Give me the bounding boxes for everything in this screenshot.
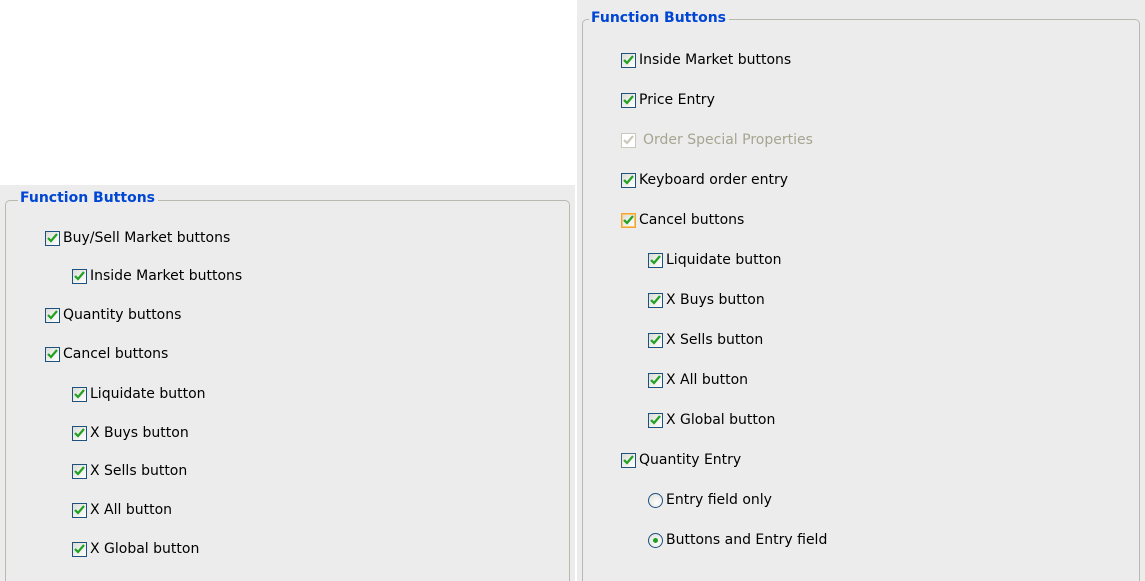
checkbox-box[interactable] [72, 268, 87, 284]
group-title: Function Buttons [18, 189, 158, 207]
checkbox-box[interactable] [621, 92, 636, 108]
check-icon [623, 55, 634, 65]
checkbox-box[interactable] [45, 230, 60, 246]
checkbox-label: Buy/Sell Market buttons [63, 230, 231, 246]
buttons-and-entry-field-radio[interactable]: Buttons and Entry field [648, 531, 827, 549]
keyboard-order-entry-checkbox[interactable]: Keyboard order entry [621, 171, 788, 189]
checkbox-label: Liquidate button [90, 386, 206, 402]
cancel-buttons-checkbox[interactable]: Cancel buttons [45, 345, 168, 363]
inside-market-buttons-checkbox[interactable]: Inside Market buttons [72, 267, 242, 285]
check-icon [74, 544, 85, 554]
checkbox-box[interactable] [648, 252, 663, 268]
checkbox-label: Liquidate button [666, 252, 782, 268]
checkbox-box[interactable] [72, 386, 87, 402]
check-icon [74, 271, 85, 281]
checkbox-label: Cancel buttons [639, 212, 745, 228]
check-icon [623, 95, 634, 105]
check-icon [74, 428, 85, 438]
check-icon [650, 375, 661, 385]
check-icon [650, 415, 661, 425]
checkbox-box[interactable] [72, 425, 87, 441]
checkbox-box[interactable] [72, 541, 87, 557]
checkbox-box [621, 132, 636, 148]
liquidate-button-checkbox[interactable]: Liquidate button [648, 251, 782, 269]
radio-label: Entry field only [666, 492, 772, 508]
check-icon [650, 255, 661, 265]
checkbox-label: Inside Market buttons [90, 268, 243, 284]
checkbox-label: X Global button [666, 412, 776, 428]
x-all-button-checkbox[interactable]: X All button [72, 501, 172, 519]
checkbox-box[interactable] [648, 412, 663, 428]
checkbox-label: Order Special Properties [643, 132, 813, 148]
checkbox-box[interactable] [648, 372, 663, 388]
radio-circle[interactable] [648, 532, 663, 548]
check-icon [623, 215, 634, 225]
check-icon [74, 505, 85, 515]
checkbox-box[interactable] [648, 332, 663, 348]
checkbox-box[interactable] [621, 172, 636, 188]
check-icon [650, 295, 661, 305]
group-title: Function Buttons [589, 9, 729, 27]
quantity-entry-checkbox[interactable]: Quantity Entry [621, 451, 741, 469]
radio-dot-icon [653, 537, 658, 543]
checkbox-box[interactable] [72, 463, 87, 479]
checkbox-box[interactable] [621, 212, 636, 228]
buy-sell-market-buttons-checkbox[interactable]: Buy/Sell Market buttons [45, 229, 230, 247]
checkbox-box[interactable] [621, 52, 636, 68]
checkbox-label: Inside Market buttons [639, 52, 792, 68]
checkbox-label: Quantity Entry [639, 452, 742, 468]
left-function-buttons-group: Function Buttons Buy/Sell Market buttons… [0, 185, 575, 581]
x-buys-button-checkbox[interactable]: X Buys button [648, 291, 765, 309]
checkbox-label: X Buys button [666, 292, 765, 308]
checkbox-label: X Sells button [666, 332, 764, 348]
order-special-properties-checkbox: Order Special Properties [621, 131, 813, 149]
checkbox-box[interactable] [621, 452, 636, 468]
check-icon [74, 466, 85, 476]
check-icon [74, 389, 85, 399]
checkbox-label: X Buys button [90, 425, 189, 441]
quantity-buttons-checkbox[interactable]: Quantity buttons [45, 306, 181, 324]
checkbox-label: Quantity buttons [63, 307, 182, 323]
x-all-button-checkbox[interactable]: X All button [648, 371, 748, 389]
checkbox-box[interactable] [45, 307, 60, 323]
check-icon [47, 233, 58, 243]
checkbox-label: X All button [666, 372, 749, 388]
check-icon [650, 335, 661, 345]
inside-market-buttons-checkbox[interactable]: Inside Market buttons [621, 51, 791, 69]
checkbox-label: Keyboard order entry [639, 172, 789, 188]
checkbox-label: X All button [90, 502, 173, 518]
radio-circle[interactable] [648, 492, 663, 508]
checkbox-box[interactable] [45, 346, 60, 362]
check-icon [623, 135, 634, 145]
check-icon [47, 310, 58, 320]
checkbox-box[interactable] [72, 502, 87, 518]
check-icon [47, 349, 58, 359]
liquidate-button-checkbox[interactable]: Liquidate button [72, 385, 206, 403]
right-function-buttons-group: Function Buttons Inside Market buttons P… [577, 0, 1145, 581]
checkbox-label: Price Entry [639, 92, 715, 108]
x-sells-button-checkbox[interactable]: X Sells button [72, 462, 187, 480]
check-icon [623, 175, 634, 185]
cancel-buttons-checkbox[interactable]: Cancel buttons [621, 211, 744, 229]
checkbox-box[interactable] [648, 292, 663, 308]
x-global-button-checkbox[interactable]: X Global button [648, 411, 775, 429]
price-entry-checkbox[interactable]: Price Entry [621, 91, 715, 109]
check-icon [623, 455, 634, 465]
x-sells-button-checkbox[interactable]: X Sells button [648, 331, 763, 349]
radio-label: Buttons and Entry field [666, 532, 828, 548]
checkbox-label: X Global button [90, 541, 200, 557]
x-buys-button-checkbox[interactable]: X Buys button [72, 424, 189, 442]
checkbox-label: Cancel buttons [63, 346, 169, 362]
entry-field-only-radio[interactable]: Entry field only [648, 491, 772, 509]
checkbox-label: X Sells button [90, 463, 188, 479]
x-global-button-checkbox[interactable]: X Global button [72, 540, 199, 558]
